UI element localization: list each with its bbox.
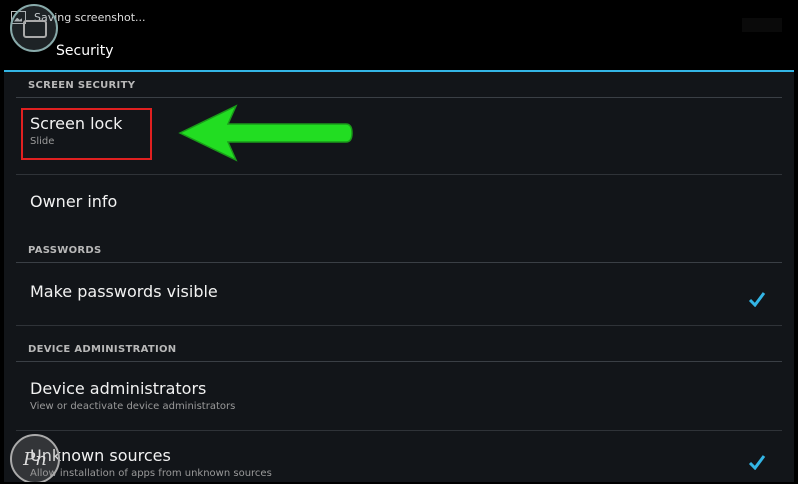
page-title: Security [56, 43, 114, 59]
divider [16, 325, 782, 326]
screen: Saving screenshot... Security SCREEN SEC… [4, 2, 794, 482]
app-icon[interactable] [10, 4, 58, 52]
section-header-passwords: PASSWORDS [16, 239, 782, 263]
arrow-icon [178, 104, 353, 162]
action-bar: Security [4, 32, 794, 72]
device-administrators-item[interactable]: Device administrators View or deactivate… [16, 379, 782, 412]
make-passwords-visible-item[interactable]: Make passwords visible [16, 282, 782, 301]
unknown-sources-summary: Allow installation of apps from unknown … [30, 468, 272, 479]
section-header-device-administration: DEVICE ADMINISTRATION [16, 338, 782, 362]
divider [16, 174, 782, 175]
highlight-box [21, 108, 152, 160]
owner-info-title: Owner info [30, 192, 118, 211]
status-bar: Saving screenshot... [4, 2, 794, 36]
divider [16, 430, 782, 431]
watermark-logo: Pn [10, 434, 60, 482]
checkmark-icon[interactable] [748, 291, 766, 307]
checkmark-icon[interactable] [748, 454, 766, 470]
device-administrators-title: Device administrators [30, 379, 207, 398]
unknown-sources-title: Unknown sources [30, 446, 171, 465]
owner-info-item[interactable]: Owner info [16, 192, 782, 211]
section-header-screen-security: SCREEN SECURITY [16, 74, 782, 98]
unknown-sources-item[interactable]: Unknown sources Allow installation of ap… [16, 446, 782, 479]
make-passwords-visible-title: Make passwords visible [30, 282, 218, 301]
device-administrators-summary: View or deactivate device administrators [30, 401, 236, 412]
